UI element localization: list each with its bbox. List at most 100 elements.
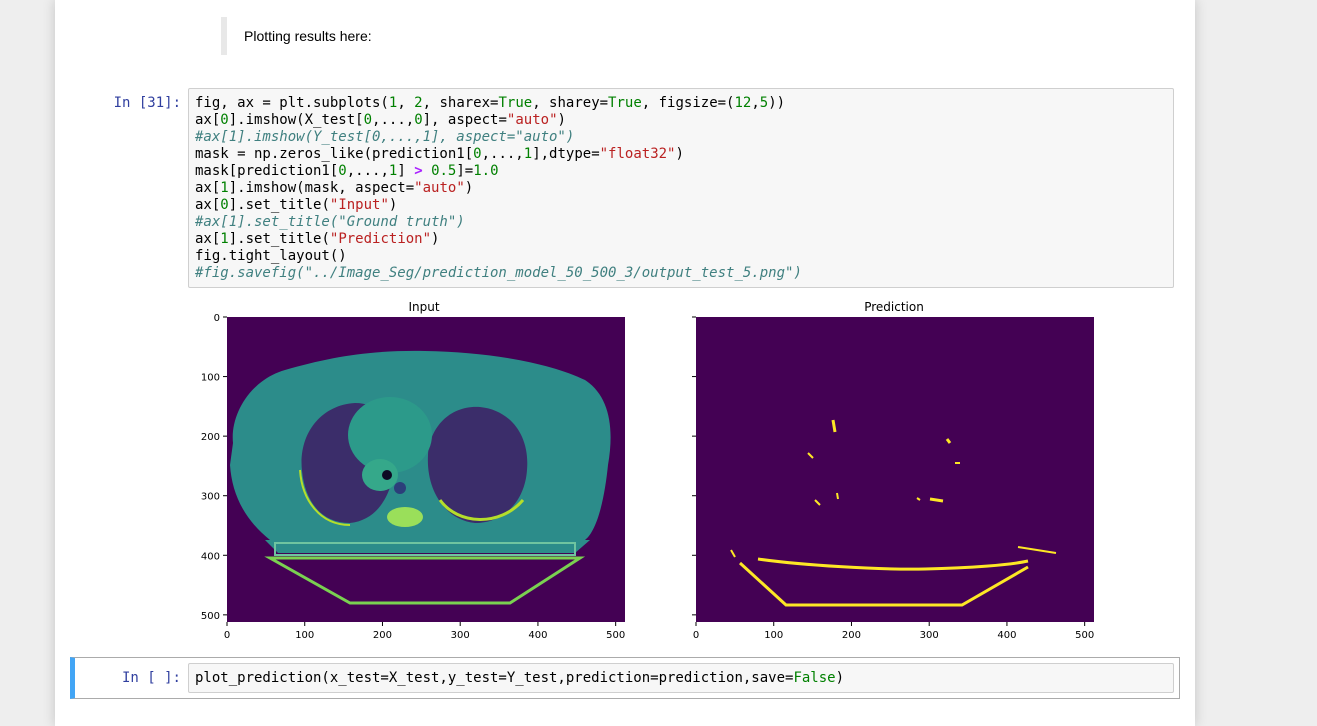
x-tick-label: 100 bbox=[764, 630, 783, 641]
x-tick-label: 300 bbox=[451, 630, 470, 641]
code-token: ].set_title( bbox=[228, 197, 330, 213]
code-line: #fig.savefig("../Image_Seg/prediction_mo… bbox=[195, 265, 1167, 282]
code-token: ) bbox=[675, 146, 684, 162]
code-token: ax[ bbox=[195, 231, 221, 247]
y-tick-label: 300 bbox=[201, 492, 220, 503]
code-token: )) bbox=[768, 95, 786, 111]
markdown-cell[interactable]: Plotting results here: bbox=[221, 17, 1127, 55]
input-image bbox=[227, 317, 625, 622]
code-token: 0 bbox=[338, 163, 347, 179]
y-tick-label: 400 bbox=[201, 551, 220, 562]
code-token: False bbox=[793, 670, 836, 686]
code-token: ].imshow(mask, aspect= bbox=[228, 180, 415, 196]
cell-prompt: In [31]: bbox=[113, 95, 181, 111]
code-token: 0.5 bbox=[431, 163, 457, 179]
code-token: ,..., bbox=[481, 146, 524, 162]
code-token: True bbox=[498, 95, 533, 111]
code-token: fig.tight_layout() bbox=[195, 248, 347, 264]
x-tick-label: 0 bbox=[224, 630, 230, 641]
code-line: ax[0].set_title("Input") bbox=[195, 197, 1167, 214]
code-token: ,..., bbox=[372, 112, 415, 128]
code-token: "Prediction" bbox=[329, 231, 432, 247]
code-token: ) bbox=[388, 197, 398, 213]
code-token: ax[ bbox=[195, 197, 221, 213]
code-token: 0 bbox=[473, 146, 482, 162]
code-token: ) bbox=[431, 231, 440, 247]
code-line: ax[0].imshow(X_test[0,...,0], aspect="au… bbox=[195, 112, 1167, 129]
code-line: #ax[1].set_title("Ground truth") bbox=[195, 214, 1167, 231]
prediction-mask-image bbox=[696, 317, 1094, 622]
code-token: ) bbox=[464, 180, 474, 196]
code-token: plot_prediction(x_test=X_test,y_test=Y_t… bbox=[195, 670, 794, 686]
code-token: ax[ bbox=[195, 180, 221, 196]
code-token: ].imshow(X_test[ bbox=[228, 112, 364, 128]
code-token: , bbox=[397, 95, 415, 111]
code-token: 0 bbox=[414, 112, 423, 128]
code-token: 1 bbox=[220, 180, 229, 196]
code-token: 5 bbox=[759, 95, 769, 111]
code-line: fig, ax = plt.subplots(1, 2, sharex=True… bbox=[195, 95, 1167, 112]
axes-title-input: Input bbox=[408, 300, 439, 314]
markdown-text: Plotting results here: bbox=[244, 28, 372, 44]
code-token: #fig.savefig("../Image_Seg/prediction_mo… bbox=[195, 265, 802, 281]
x-tick-label: 200 bbox=[373, 630, 392, 641]
code-editor-active[interactable]: plot_prediction(x_test=X_test,y_test=Y_t… bbox=[188, 663, 1174, 693]
code-token: 1 bbox=[523, 146, 533, 162]
code-token: 1.0 bbox=[473, 163, 499, 179]
code-token: ) bbox=[557, 112, 566, 128]
code-token: ].set_title( bbox=[228, 231, 330, 247]
y-tick-label: 0 bbox=[214, 313, 220, 324]
code-token: mask = np.zeros_like(prediction1[ bbox=[195, 146, 474, 162]
code-line: mask = np.zeros_like(prediction1[0,...,1… bbox=[195, 146, 1167, 163]
code-token: #ax[1].imshow(Y_test[0,...,1], aspect="a… bbox=[195, 129, 575, 145]
axes-title-prediction: Prediction bbox=[864, 300, 924, 314]
code-token: ax[ bbox=[195, 112, 221, 128]
code-token: ],dtype= bbox=[532, 146, 600, 162]
code-token: , sharey= bbox=[532, 95, 609, 111]
code-token: True bbox=[608, 95, 642, 111]
code-token: 0 bbox=[220, 112, 229, 128]
notebook-container: Plotting results here: In [31]: fig, ax … bbox=[55, 0, 1195, 726]
code-line: plot_prediction(x_test=X_test,y_test=Y_t… bbox=[195, 670, 1167, 687]
code-token: ]= bbox=[456, 163, 474, 179]
left-y-axis: 0 100 200 300 400 500 bbox=[201, 313, 227, 622]
code-token: 0 bbox=[220, 197, 229, 213]
x-tick-label: 200 bbox=[842, 630, 861, 641]
code-token: 12 bbox=[734, 95, 752, 111]
y-tick-label: 200 bbox=[201, 432, 220, 443]
code-token: "auto" bbox=[506, 112, 558, 128]
code-token: mask[prediction1[ bbox=[195, 163, 339, 179]
x-tick-label: 100 bbox=[295, 630, 314, 641]
code-line: fig.tight_layout() bbox=[195, 248, 1167, 265]
code-token: , sharex= bbox=[422, 95, 499, 111]
code-line: mask[prediction1[0,...,1] > 0.5]=1.0 bbox=[195, 163, 1167, 180]
x-tick-label: 300 bbox=[920, 630, 939, 641]
x-tick-label: 0 bbox=[693, 630, 699, 641]
x-tick-label: 500 bbox=[1075, 630, 1094, 641]
code-token: #ax[1].set_title("Ground truth") bbox=[195, 214, 465, 230]
output-figure: Input 0100200300400500 0 100 200 300 400 500 … bbox=[201, 300, 1094, 641]
code-line: #ax[1].imshow(Y_test[0,...,1], aspect="a… bbox=[195, 129, 1167, 146]
code-line: ax[1].imshow(mask, aspect="auto") bbox=[195, 180, 1167, 197]
left-x-axis: 0 100 200 300 400 500 bbox=[224, 622, 625, 641]
code-editor[interactable]: fig, ax = plt.subplots(1, 2, sharex=True… bbox=[188, 88, 1174, 288]
code-token: ], aspect= bbox=[422, 112, 507, 128]
code-line: ax[1].set_title("Prediction") bbox=[195, 231, 1167, 248]
cell-prompt-empty: In [ ]: bbox=[121, 670, 181, 686]
code-token: 0 bbox=[363, 112, 373, 128]
code-token: "Input" bbox=[329, 197, 389, 213]
y-tick-label: 100 bbox=[201, 373, 220, 384]
code-token: ) bbox=[835, 670, 845, 686]
code-token: > bbox=[414, 163, 423, 179]
code-token: , bbox=[751, 95, 760, 111]
code-token: "float32" bbox=[599, 146, 676, 162]
code-token: , figsize=( bbox=[641, 95, 735, 111]
code-token: fig, ax = plt.subplots( bbox=[195, 95, 389, 111]
x-tick-label: 400 bbox=[997, 630, 1016, 641]
code-token: "auto" bbox=[414, 180, 465, 196]
x-tick-label: 400 bbox=[528, 630, 547, 641]
x-tick-label: 500 bbox=[606, 630, 625, 641]
code-token: ,..., bbox=[346, 163, 389, 179]
y-tick-label: 500 bbox=[201, 611, 220, 622]
